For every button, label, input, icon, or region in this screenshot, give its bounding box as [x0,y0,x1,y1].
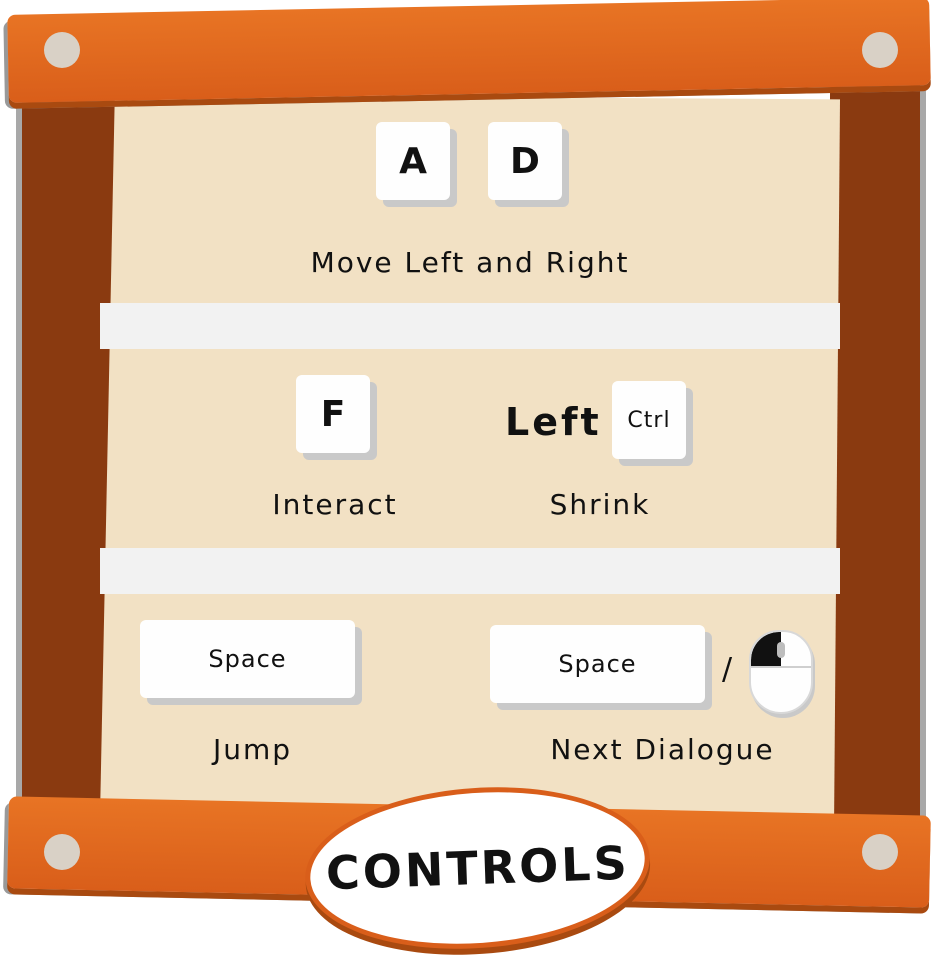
key-ctrl: Ctrl [612,381,686,459]
board-divider-2 [100,548,840,594]
key-a: A [376,122,450,200]
key-f: F [296,375,370,453]
controls-board [100,95,840,820]
bolt-icon [44,32,80,68]
mouse-left-click-icon [749,630,813,714]
page-title: CONTROLS [324,835,631,901]
key-space-dialogue: Space [490,625,705,703]
key-d: D [488,122,562,200]
move-label: Move Left and Right [310,246,630,279]
key-space-jump: Space [140,620,355,698]
bolt-icon [862,32,898,68]
next-dialogue-label: Next Dialogue [550,733,775,766]
board-divider-1 [100,303,840,349]
left-word: Left [505,400,602,444]
shrink-label: Shrink [549,488,651,521]
interact-label: Interact [272,488,398,521]
top-plank [7,0,931,103]
separator-slash: / [722,652,733,687]
bolt-icon [862,834,898,870]
bolt-icon [44,834,80,870]
frame-post-right [830,78,920,838]
jump-label: Jump [212,733,293,766]
